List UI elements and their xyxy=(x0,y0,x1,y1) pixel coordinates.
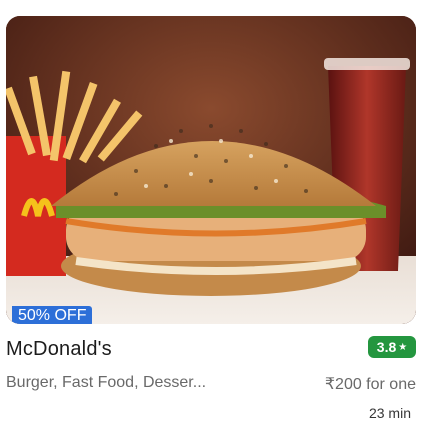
cuisine-list: Burger, Fast Food, Desser... xyxy=(6,374,207,391)
rating-value: 3.8 xyxy=(376,339,397,355)
restaurant-image[interactable]: 50% OFF xyxy=(6,16,416,324)
rating-badge: 3.8 ★ xyxy=(368,336,416,358)
offer-badge: 50% OFF xyxy=(12,306,93,324)
price-for-one: ₹200 for one xyxy=(324,376,416,393)
delivery-time: 23 min xyxy=(368,405,411,421)
burger-meal-illustration xyxy=(6,16,416,324)
restaurant-card[interactable]: 50% OFF McDonald's 3.8 ★ Burger, Fast Fo… xyxy=(0,0,431,442)
restaurant-name[interactable]: McDonald's xyxy=(6,338,112,361)
star-icon: ★ xyxy=(398,341,408,353)
